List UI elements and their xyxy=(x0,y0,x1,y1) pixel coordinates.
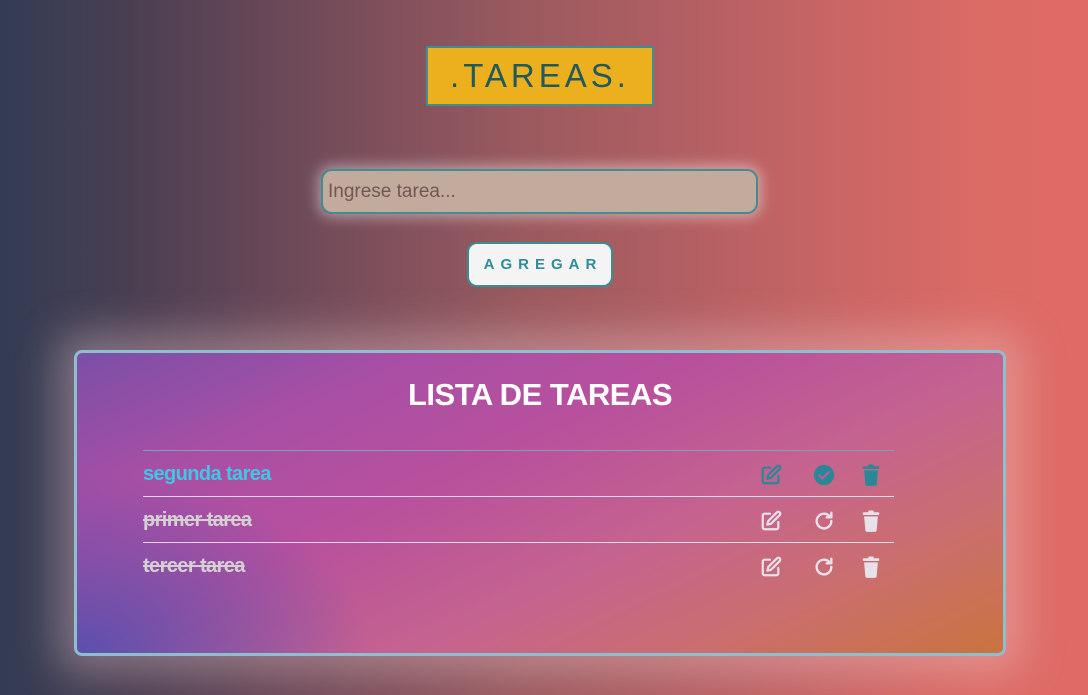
check-circle-icon[interactable] xyxy=(812,463,836,487)
edit-icon[interactable] xyxy=(759,555,783,579)
task-list-panel: LISTA DE TAREAS segunda tarea primer tar… xyxy=(74,350,1006,656)
task-row: tercer tarea xyxy=(143,542,894,588)
task-input-wrapper xyxy=(321,169,758,214)
task-list: segunda tarea primer tarea tercer tarea xyxy=(143,450,894,588)
redo-icon[interactable] xyxy=(812,509,836,533)
task-label[interactable]: tercer tarea xyxy=(143,555,245,578)
task-row: primer tarea xyxy=(143,496,894,542)
task-input[interactable] xyxy=(321,169,758,214)
app-title-box: .TAREAS. xyxy=(426,46,654,106)
edit-icon[interactable] xyxy=(759,463,783,487)
task-label[interactable]: segunda tarea xyxy=(143,463,271,486)
task-label[interactable]: primer tarea xyxy=(143,509,252,532)
list-title: LISTA DE TAREAS xyxy=(407,377,673,412)
app-title: .TAREAS. xyxy=(450,57,630,94)
task-row: segunda tarea xyxy=(143,450,894,496)
trash-icon[interactable] xyxy=(859,555,883,579)
edit-icon[interactable] xyxy=(759,509,783,533)
add-task-button[interactable]: AGREGAR xyxy=(467,242,613,287)
trash-icon[interactable] xyxy=(859,463,883,487)
trash-icon[interactable] xyxy=(859,509,883,533)
redo-icon[interactable] xyxy=(812,555,836,579)
